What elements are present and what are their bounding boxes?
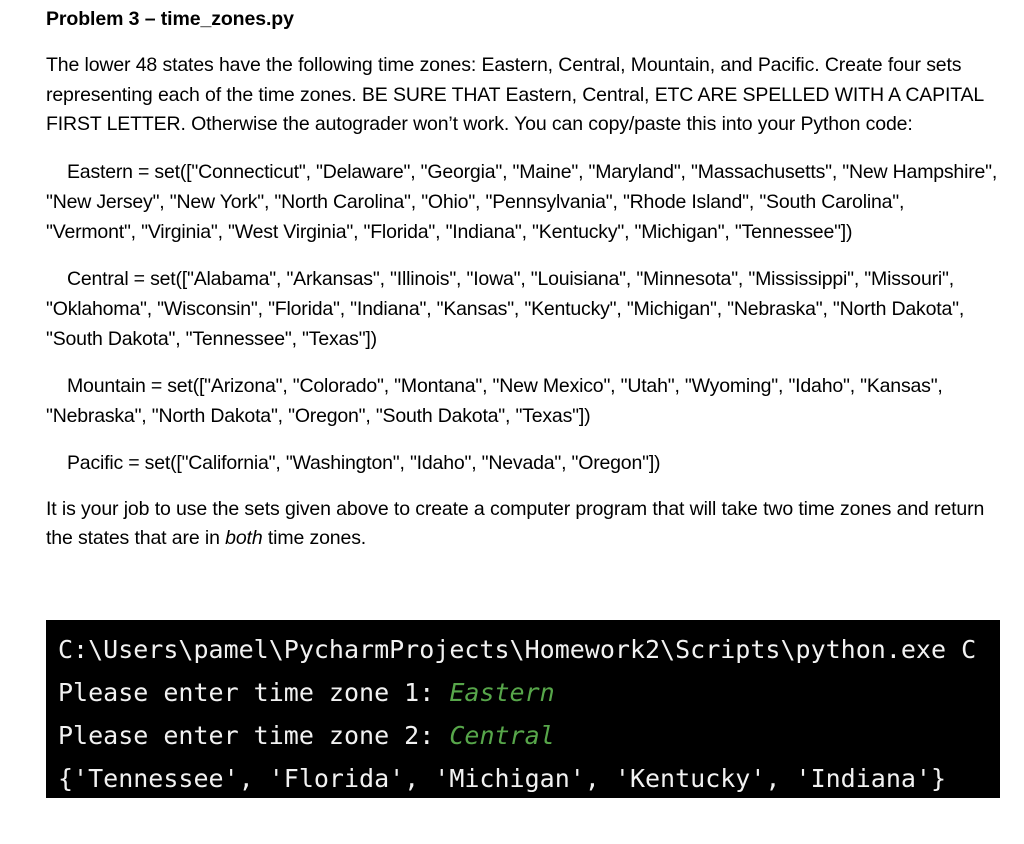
closing-paragraph: It is your job to use the sets given abo… <box>46 495 998 554</box>
code-block-pacific: Pacific = set(["California", "Washington… <box>67 451 661 474</box>
intro-paragraph: The lower 48 states have the following t… <box>46 54 984 136</box>
terminal-command-text: C:\Users\pamel\PycharmProjects\Homework2… <box>58 635 977 664</box>
terminal-line-result: {'Tennessee', 'Florida', 'Michigan', 'Ke… <box>46 757 1000 798</box>
terminal-user-input-2: Central <box>449 721 555 750</box>
terminal-user-input-1: Eastern <box>449 678 555 707</box>
closing-emphasis-both: both <box>225 527 263 550</box>
code-block-central: Central = set(["Alabama", "Arkansas", "I… <box>46 267 965 350</box>
terminal-line-command: C:\Users\pamel\PycharmProjects\Homework2… <box>46 628 1000 671</box>
terminal-line-prompt-2: Please enter time zone 2: Central <box>46 714 1000 757</box>
terminal-prompt-text-1: Please enter time zone 1: <box>58 678 450 707</box>
code-block-mountain: Mountain = set(["Arizona", "Colorado", "… <box>46 374 943 427</box>
terminal-prompt-text-2: Please enter time zone 2: <box>58 721 450 750</box>
code-block-eastern: Eastern = set(["Connecticut", "Delaware"… <box>46 160 998 243</box>
closing-text-part2: time zones. <box>262 527 367 550</box>
terminal-result-text: {'Tennessee', 'Florida', 'Michigan', 'Ke… <box>58 764 947 793</box>
closing-text-part1: It is your job to use the sets given abo… <box>46 497 985 550</box>
document-body: Problem 3 – time_zones.py The lower 48 s… <box>46 8 998 571</box>
page-root: Problem 3 – time_zones.py The lower 48 s… <box>0 0 1024 844</box>
terminal-console-output: C:\Users\pamel\PycharmProjects\Homework2… <box>46 620 1000 798</box>
terminal-line-prompt-1: Please enter time zone 1: Eastern <box>46 671 1000 714</box>
page-title: Problem 3 – time_zones.py <box>46 8 294 30</box>
